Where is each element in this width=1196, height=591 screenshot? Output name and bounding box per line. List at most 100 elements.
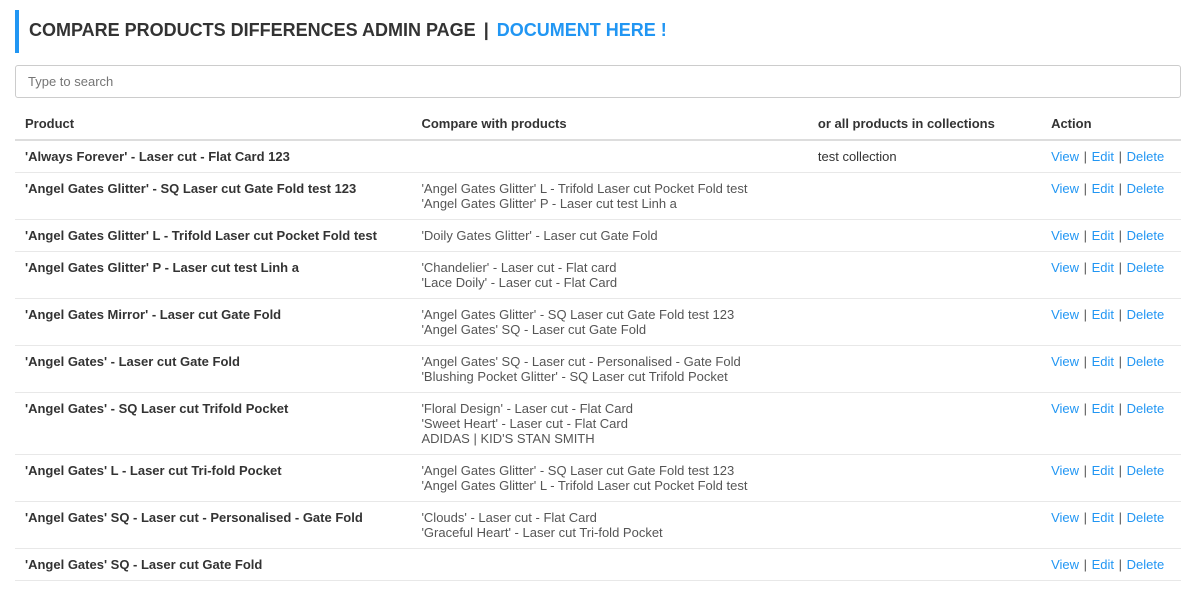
table-header-row: Product Compare with products or all pro… [15, 108, 1181, 140]
cell-compare: 'Floral Design' - Laser cut - Flat Card'… [411, 393, 807, 455]
header-separator: | [484, 20, 489, 41]
action-edit-link[interactable]: Edit [1092, 463, 1114, 478]
action-view-link[interactable]: View [1051, 354, 1079, 369]
action-edit-link[interactable]: Edit [1092, 228, 1114, 243]
action-view-link[interactable]: View [1051, 557, 1079, 572]
cell-compare: 'Chandelier' - Laser cut - Flat card'Lac… [411, 252, 807, 299]
document-link[interactable]: DOCUMENT HERE ! [497, 20, 667, 41]
action-view-link[interactable]: View [1051, 260, 1079, 275]
action-separator: | [1080, 307, 1091, 322]
compare-item: 'Angel Gates Glitter' P - Laser cut test… [421, 196, 797, 211]
action-links: View | Edit | Delete [1051, 557, 1164, 572]
table-row: 'Angel Gates Mirror' - Laser cut Gate Fo… [15, 299, 1181, 346]
action-edit-link[interactable]: Edit [1092, 401, 1114, 416]
action-delete-link[interactable]: Delete [1127, 557, 1165, 572]
compare-item: 'Angel Gates Glitter' L - Trifold Laser … [421, 181, 797, 196]
cell-action: View | Edit | Delete [1041, 502, 1181, 549]
action-separator: | [1115, 181, 1126, 196]
col-header-compare: Compare with products [411, 108, 807, 140]
cell-product: 'Always Forever' - Laser cut - Flat Card… [15, 140, 411, 173]
cell-compare: 'Angel Gates Glitter' L - Trifold Laser … [411, 173, 807, 220]
action-edit-link[interactable]: Edit [1092, 260, 1114, 275]
cell-product: 'Angel Gates' - SQ Laser cut Trifold Poc… [15, 393, 411, 455]
compare-item: 'Doily Gates Glitter' - Laser cut Gate F… [421, 228, 797, 243]
cell-collections [808, 173, 1041, 220]
cell-action: View | Edit | Delete [1041, 173, 1181, 220]
action-view-link[interactable]: View [1051, 181, 1079, 196]
action-links: View | Edit | Delete [1051, 401, 1164, 416]
action-links: View | Edit | Delete [1051, 181, 1164, 196]
action-delete-link[interactable]: Delete [1127, 228, 1165, 243]
action-edit-link[interactable]: Edit [1092, 354, 1114, 369]
action-links: View | Edit | Delete [1051, 510, 1164, 525]
action-links: View | Edit | Delete [1051, 228, 1164, 243]
cell-collections [808, 549, 1041, 581]
action-separator: | [1080, 463, 1091, 478]
action-delete-link[interactable]: Delete [1127, 354, 1165, 369]
compare-item: 'Chandelier' - Laser cut - Flat card [421, 260, 797, 275]
action-separator: | [1080, 354, 1091, 369]
compare-item: 'Clouds' - Laser cut - Flat Card [421, 510, 797, 525]
cell-product: 'Angel Gates' L - Laser cut Tri-fold Poc… [15, 455, 411, 502]
cell-collections [808, 502, 1041, 549]
product-name: 'Angel Gates Glitter' P - Laser cut test… [25, 260, 299, 275]
action-delete-link[interactable]: Delete [1127, 149, 1165, 164]
action-edit-link[interactable]: Edit [1092, 149, 1114, 164]
compare-item: 'Angel Gates Glitter' - SQ Laser cut Gat… [421, 463, 797, 478]
cell-collections [808, 220, 1041, 252]
cell-product: 'Angel Gates Glitter' L - Trifold Laser … [15, 220, 411, 252]
table-row: 'Angel Gates Glitter' - SQ Laser cut Gat… [15, 173, 1181, 220]
cell-compare: 'Angel Gates Glitter' - SQ Laser cut Gat… [411, 455, 807, 502]
action-separator: | [1080, 260, 1091, 275]
action-separator: | [1080, 557, 1091, 572]
action-delete-link[interactable]: Delete [1127, 463, 1165, 478]
action-view-link[interactable]: View [1051, 149, 1079, 164]
table-row: 'Always Forever' - Laser cut - Flat Card… [15, 140, 1181, 173]
action-links: View | Edit | Delete [1051, 260, 1164, 275]
action-view-link[interactable]: View [1051, 463, 1079, 478]
cell-product: 'Angel Gates Glitter' P - Laser cut test… [15, 252, 411, 299]
compare-item: 'Lace Doily' - Laser cut - Flat Card [421, 275, 797, 290]
action-links: View | Edit | Delete [1051, 307, 1164, 322]
action-separator: | [1080, 510, 1091, 525]
action-delete-link[interactable]: Delete [1127, 181, 1165, 196]
table-row: 'Angel Gates Glitter' P - Laser cut test… [15, 252, 1181, 299]
product-name: 'Always Forever' - Laser cut - Flat Card… [25, 149, 290, 164]
action-separator: | [1115, 149, 1126, 164]
page-wrapper: COMPARE PRODUCTS DIFFERENCES ADMIN PAGE … [0, 0, 1196, 591]
compare-item: 'Angel Gates' SQ - Laser cut Gate Fold [421, 322, 797, 337]
product-name: 'Angel Gates' SQ - Laser cut - Personali… [25, 510, 363, 525]
product-name: 'Angel Gates' L - Laser cut Tri-fold Poc… [25, 463, 282, 478]
action-view-link[interactable]: View [1051, 307, 1079, 322]
action-delete-link[interactable]: Delete [1127, 260, 1165, 275]
col-header-collections: or all products in collections [808, 108, 1041, 140]
action-edit-link[interactable]: Edit [1092, 307, 1114, 322]
table-row: 'Angel Gates' - SQ Laser cut Trifold Poc… [15, 393, 1181, 455]
action-edit-link[interactable]: Edit [1092, 181, 1114, 196]
action-delete-link[interactable]: Delete [1127, 401, 1165, 416]
action-separator: | [1080, 401, 1091, 416]
action-edit-link[interactable]: Edit [1092, 557, 1114, 572]
compare-item: 'Floral Design' - Laser cut - Flat Card [421, 401, 797, 416]
action-separator: | [1115, 401, 1126, 416]
col-header-product: Product [15, 108, 411, 140]
product-name: 'Angel Gates Mirror' - Laser cut Gate Fo… [25, 307, 281, 322]
action-delete-link[interactable]: Delete [1127, 307, 1165, 322]
search-input[interactable] [15, 65, 1181, 98]
cell-product: 'Angel Gates' SQ - Laser cut - Personali… [15, 502, 411, 549]
action-links: View | Edit | Delete [1051, 463, 1164, 478]
cell-product: 'Angel Gates' - Laser cut Gate Fold [15, 346, 411, 393]
action-edit-link[interactable]: Edit [1092, 510, 1114, 525]
action-delete-link[interactable]: Delete [1127, 510, 1165, 525]
table-row: 'Angel Gates' SQ - Laser cut Gate FoldVi… [15, 549, 1181, 581]
action-view-link[interactable]: View [1051, 401, 1079, 416]
action-view-link[interactable]: View [1051, 510, 1079, 525]
cell-collections [808, 252, 1041, 299]
cell-collections: test collection [808, 140, 1041, 173]
products-table: Product Compare with products or all pro… [15, 108, 1181, 581]
action-view-link[interactable]: View [1051, 228, 1079, 243]
cell-action: View | Edit | Delete [1041, 140, 1181, 173]
table-row: 'Angel Gates Glitter' L - Trifold Laser … [15, 220, 1181, 252]
cell-compare: 'Angel Gates' SQ - Laser cut - Personali… [411, 346, 807, 393]
page-header: COMPARE PRODUCTS DIFFERENCES ADMIN PAGE … [15, 10, 1181, 53]
